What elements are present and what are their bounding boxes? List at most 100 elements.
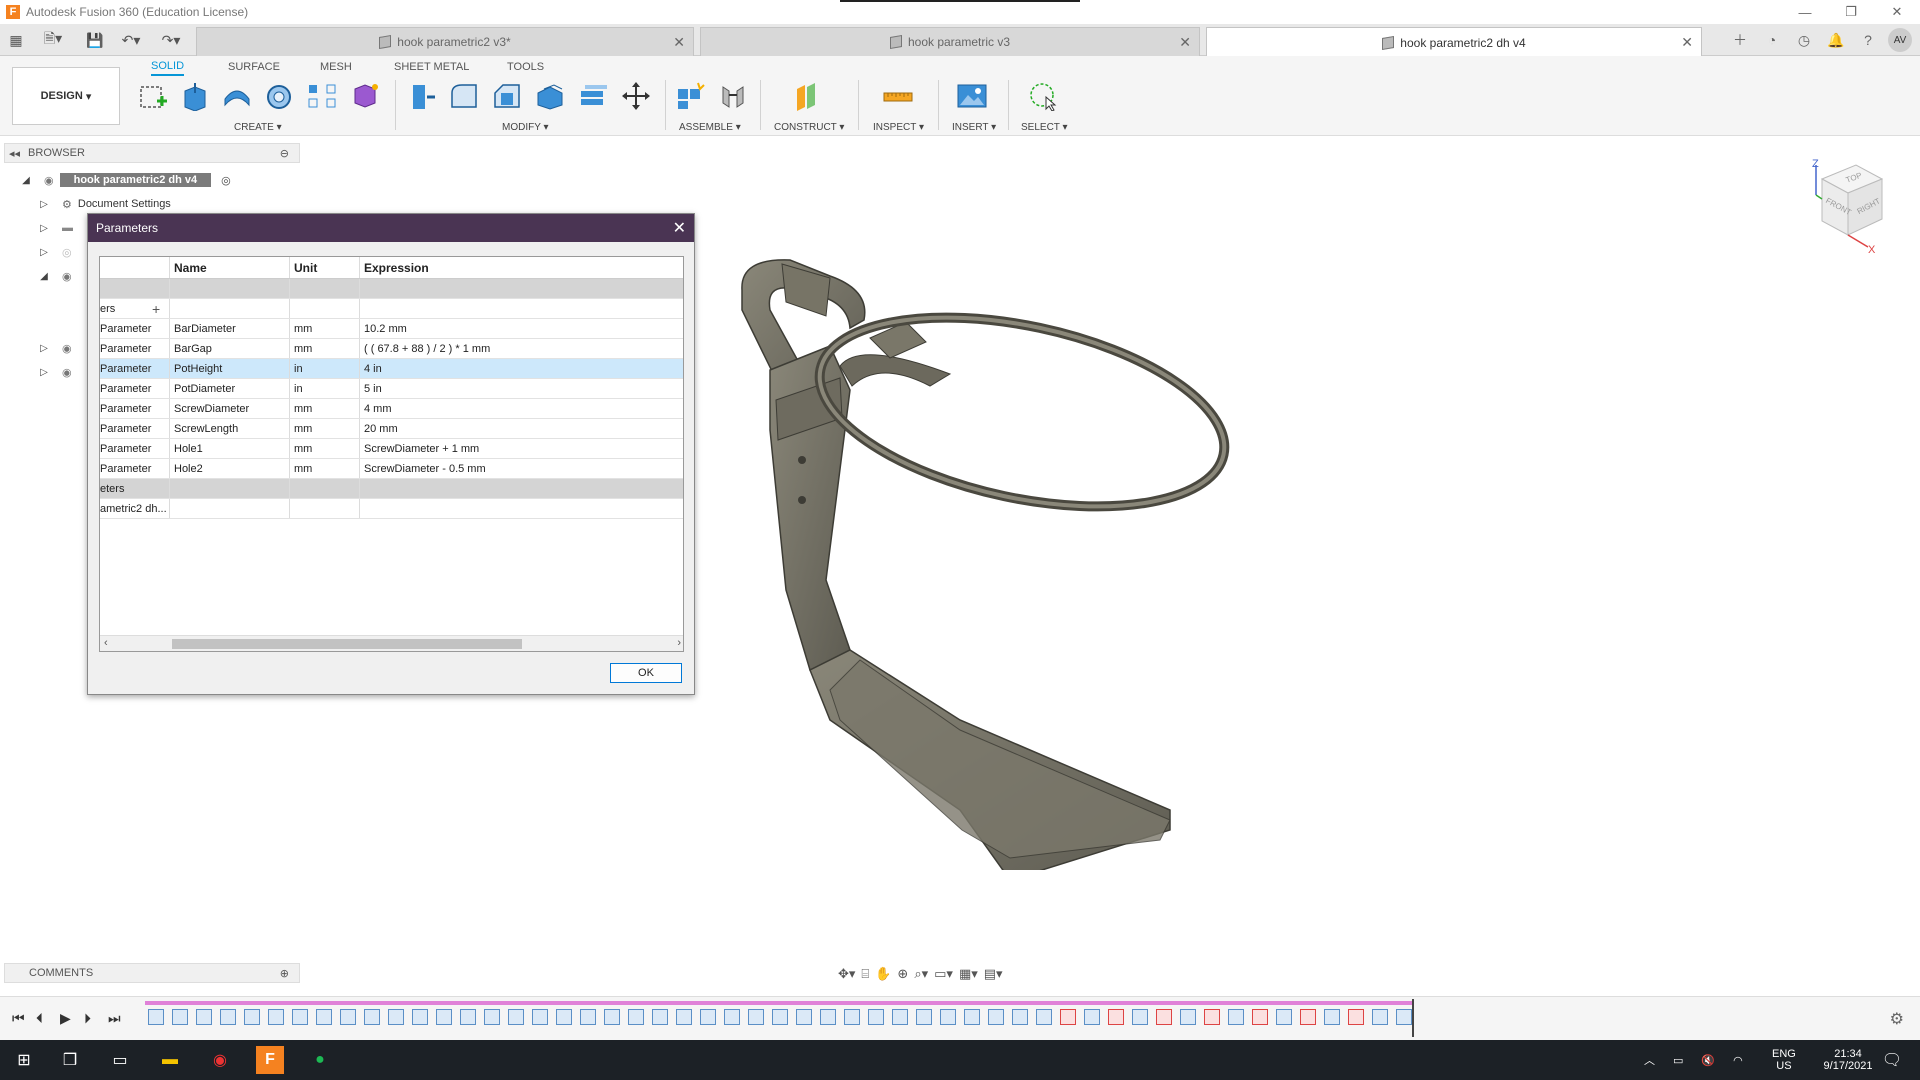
orbit-icon[interactable]: ✥▾ [838,966,855,982]
pattern-icon[interactable] [305,81,339,111]
timeline-feature-icon[interactable] [220,1009,236,1025]
measure-icon[interactable] [881,81,915,111]
assemble-group-label[interactable]: ASSEMBLE ▾ [679,122,741,133]
timeline-feature-icon[interactable] [700,1009,716,1025]
timeline-feature-icon[interactable] [724,1009,740,1025]
fusion-taskbar-icon[interactable]: F [256,1046,284,1074]
timeline-feature-icon[interactable] [1108,1009,1124,1025]
sweep-icon[interactable] [262,81,296,111]
add-parameter-plus-icon[interactable]: + [152,301,160,317]
tab-tools[interactable]: TOOLS [507,58,544,76]
spotify-icon[interactable]: ● [306,1046,334,1074]
dialog-close-icon[interactable]: ✕ [673,218,686,238]
timeline-feature-icon[interactable] [1300,1009,1316,1025]
tab-sheet-metal[interactable]: SHEET METAL [394,58,469,76]
move-copy-icon[interactable] [619,81,653,111]
timeline-settings-gear-icon[interactable]: ⚙ [1890,1009,1904,1029]
timeline-feature-icon[interactable] [772,1009,788,1025]
shell-icon[interactable] [533,81,567,111]
timeline-feature-icon[interactable] [940,1009,956,1025]
expand-triangle-icon[interactable]: ◢ [20,174,32,186]
add-comment-icon[interactable]: ⊕ [280,967,289,980]
chamfer-icon[interactable] [490,81,524,111]
timeline-feature-icon[interactable] [844,1009,860,1025]
fit-icon[interactable]: ⌕▾ [914,966,928,982]
timeline-feature-icon[interactable] [556,1009,572,1025]
timeline-feature-icon[interactable] [1276,1009,1292,1025]
timeline-feature-icon[interactable] [1228,1009,1244,1025]
timeline-feature-icon[interactable] [796,1009,812,1025]
timeline-feature-icon[interactable] [1204,1009,1220,1025]
timeline-feature-icon[interactable] [628,1009,644,1025]
undo-icon[interactable]: ↶▾ [116,28,146,52]
timeline-feature-icon[interactable] [1084,1009,1100,1025]
redo-icon[interactable]: ↷▾ [156,28,186,52]
tab-hook-parametric2-dh-v4[interactable]: hook parametric2 dh v4 ✕ [1206,27,1702,57]
timeline-feature-icon[interactable] [580,1009,596,1025]
timeline-feature-icon[interactable] [1372,1009,1388,1025]
table-row[interactable]: Parameter BarGap mm ( ( 67.8 + 88 ) / 2 … [100,339,683,359]
timeline-feature-icon[interactable] [508,1009,524,1025]
timeline-feature-icon[interactable] [460,1009,476,1025]
task-view-icon[interactable]: ❒ [56,1046,84,1074]
timeline-feature-icon[interactable] [388,1009,404,1025]
new-tab-plus-icon[interactable]: ＋ [1728,28,1752,52]
timeline-feature-icon[interactable] [292,1009,308,1025]
visibility-eye-icon[interactable]: ◉ [44,174,54,187]
insert-image-icon[interactable] [955,81,989,111]
user-parameters-group-row[interactable]: ers + [100,299,683,319]
timeline-feature-icon[interactable] [820,1009,836,1025]
timeline-feature-icon[interactable] [436,1009,452,1025]
tab-hook-parametric2-v3[interactable]: hook parametric2 v3* ✕ [196,27,694,56]
timeline-feature-icon[interactable] [1060,1009,1076,1025]
play-icon[interactable]: ▶ [60,1010,71,1027]
table-row[interactable]: Parameter ScrewDiameter mm 4 mm [100,399,683,419]
model-parameters-group-row[interactable]: eters [100,479,683,499]
3d-model-viewport[interactable] [730,250,1250,881]
timeline-feature-icon[interactable] [172,1009,188,1025]
activate-radio-icon[interactable]: ◎ [221,174,231,187]
go-to-start-icon[interactable]: ⏮ [12,1010,25,1027]
extrude-icon[interactable] [178,81,212,111]
timeline-feature-icon[interactable] [988,1009,1004,1025]
expand-triangle-icon[interactable]: ◢ [38,270,50,282]
insert-group-label[interactable]: INSERT ▾ [952,122,996,133]
dialog-title-bar[interactable]: Parameters ✕ [88,214,694,242]
expand-triangle-icon[interactable]: ▷ [38,366,50,378]
minimize-button[interactable]: — [1782,0,1828,24]
timeline-feature-icon[interactable] [364,1009,380,1025]
browser-item-named-views[interactable]: ▷ ▬ [38,218,73,238]
table-row[interactable]: Parameter PotDiameter in 5 in [100,379,683,399]
table-row[interactable]: Parameter BarDiameter mm 10.2 mm [100,319,683,339]
timeline-feature-icon[interactable] [604,1009,620,1025]
notification-center-icon[interactable]: 🗨 [1878,1046,1906,1074]
new-component-icon[interactable] [673,81,707,111]
viewports-icon[interactable]: ▤▾ [984,966,1003,982]
comments-panel-header[interactable]: COMMENTS ⊕ [4,963,300,983]
visibility-eye-icon[interactable]: ◉ [62,342,72,355]
tab-close-icon[interactable]: ✕ [1179,34,1191,51]
press-pull-icon[interactable] [404,81,438,111]
hidden-eye-icon[interactable]: ◎ [62,246,72,259]
tab-mesh[interactable]: MESH [320,58,352,76]
timeline-feature-icon[interactable] [868,1009,884,1025]
go-to-end-icon[interactable]: ⏭ [108,1010,121,1027]
show-hidden-icons-chevron[interactable]: ︿ [1644,1052,1655,1068]
inspect-group-label[interactable]: INSPECT ▾ [873,122,924,133]
browser-panel-header[interactable]: ◂◂ BROWSER ⊖ [4,143,300,163]
timeline-feature-icon[interactable] [268,1009,284,1025]
file-explorer-icon[interactable]: ▬ [156,1046,184,1074]
select-group-label[interactable]: SELECT ▾ [1021,122,1068,133]
user-avatar[interactable]: AV [1888,28,1912,52]
timeline-feature-icon[interactable] [964,1009,980,1025]
expand-triangle-icon[interactable]: ▷ [38,342,50,354]
volume-muted-icon[interactable]: 🔇 [1701,1054,1715,1067]
timeline-feature-icon[interactable] [484,1009,500,1025]
ok-button[interactable]: OK [610,663,682,683]
timeline-feature-icon[interactable] [1348,1009,1364,1025]
timeline-feature-icon[interactable] [1180,1009,1196,1025]
viewcube[interactable]: Z X TOP FRONT RIGHT [1806,155,1890,256]
collapse-browser-icon[interactable]: ◂◂ [9,147,20,160]
timeline-feature-icon[interactable] [1396,1009,1412,1025]
tab-solid[interactable]: SOLID [151,58,185,76]
